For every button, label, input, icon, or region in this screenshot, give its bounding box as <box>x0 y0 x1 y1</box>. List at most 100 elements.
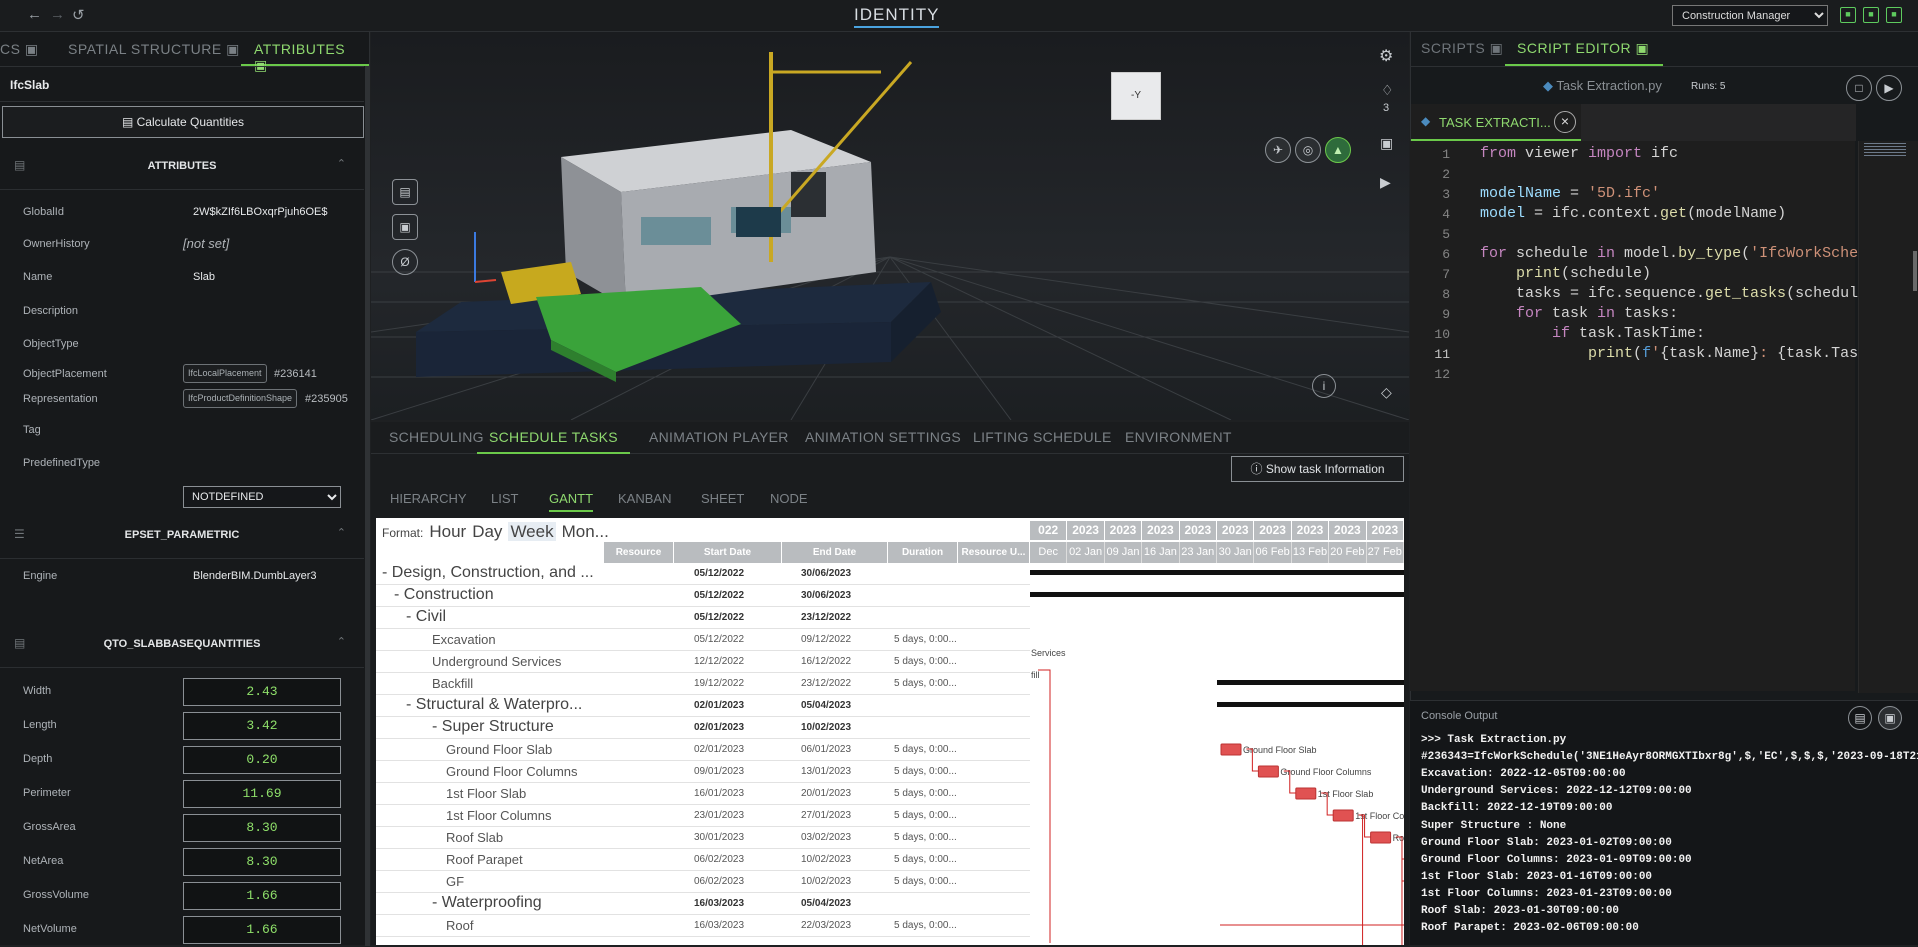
tab-scheduling[interactable]: SCHEDULING <box>389 429 484 445</box>
tab-spatial-structure[interactable]: SPATIAL STRUCTURE ▣ <box>68 32 240 66</box>
hide-tool-icon[interactable]: Ø <box>392 249 418 275</box>
tab-script-editor[interactable]: SCRIPT EDITOR ▣ <box>1505 40 1664 66</box>
view-hierarchy[interactable]: HIERARCHY <box>390 491 467 506</box>
bell-icon[interactable]: ♢ <box>1381 82 1394 99</box>
view-gantt[interactable]: GANTT <box>549 491 594 512</box>
measure-tool-icon[interactable]: ▤ <box>392 179 418 205</box>
code-line[interactable]: print(schedule) <box>1480 265 1651 282</box>
code-line[interactable]: for task in tasks: <box>1480 305 1678 322</box>
code-minimap[interactable] <box>1858 141 1918 693</box>
code-line[interactable]: from viewer import ifc <box>1480 145 1678 162</box>
fly-mode-icon[interactable]: ✈ <box>1265 137 1291 163</box>
gantt-chart[interactable]: Format: Hour Day Week Mon... Resource Start … <box>376 518 1404 945</box>
col-resource-usage[interactable]: Resource U... <box>958 542 1030 563</box>
layers-icon[interactable]: ◇ <box>1381 384 1392 401</box>
settings-icon[interactable]: ⚙ <box>1379 46 1393 66</box>
view-node[interactable]: NODE <box>770 491 808 506</box>
code-line[interactable]: for schedule in model.by_type('IfcWorkSc… <box>1480 245 1867 262</box>
save-script-icon[interactable]: □ <box>1846 75 1872 101</box>
editor-scrollbar[interactable] <box>1913 251 1917 291</box>
history-icon[interactable]: ↺ <box>72 6 85 24</box>
view-sheet[interactable]: SHEET <box>701 491 744 506</box>
code-line[interactable]: model = ifc.context.get(modelName) <box>1480 205 1786 222</box>
info-icon[interactable]: i <box>1312 374 1336 398</box>
show-task-info-button[interactable]: ⓘ Show task Information <box>1231 456 1404 482</box>
tab-cs[interactable]: CS ▣ <box>0 32 52 66</box>
dependency-line[interactable] <box>1038 669 1051 943</box>
format-day[interactable]: Day <box>472 522 502 541</box>
task-row[interactable]: Roof Parapet 06/02/2023 10/02/2023 5 days, … <box>376 849 1030 871</box>
attributes-section-header[interactable]: ▤ ATTRIBUTES ⌃ <box>0 144 364 190</box>
code-line[interactable]: modelName = '5D.ifc' <box>1480 185 1660 202</box>
task-row[interactable]: GF 06/02/2023 10/02/2023 5 days, 0:00... <box>376 871 1030 893</box>
task-row[interactable]: Backfill 19/12/2022 23/12/2022 5 days, 0:00… <box>376 673 1030 695</box>
col-end-date[interactable]: End Date <box>782 542 888 563</box>
qto-value-field[interactable]: 8.30 <box>183 814 341 842</box>
task-row[interactable]: - Construction 05/12/2022 30/06/2023 <box>376 585 1030 607</box>
format-week[interactable]: Week <box>508 522 556 541</box>
orbit-mode-icon[interactable]: ◎ <box>1295 137 1321 163</box>
task-row[interactable]: - Civil 05/12/2022 23/12/2022 <box>376 607 1030 629</box>
copy-console-icon[interactable]: ▣ <box>1878 706 1902 730</box>
close-tab-icon[interactable]: × <box>1554 111 1576 133</box>
summary-bar[interactable] <box>1030 592 1404 597</box>
predefined-type-select[interactable]: NOTDEFINED <box>183 486 341 508</box>
task-row[interactable]: Excavation 05/12/2022 09/12/2022 5 days, 0:… <box>376 629 1030 651</box>
attr-value[interactable]: Slab <box>193 271 215 283</box>
role-select[interactable]: Construction Manager <box>1672 5 1828 26</box>
qto-section-header[interactable]: ▤ QTO_SLABBASEQUANTITIES ⌃ <box>0 622 364 668</box>
left-scrollbar[interactable] <box>365 66 370 946</box>
view-list[interactable]: LIST <box>491 491 518 506</box>
task-row[interactable]: 1st Floor Slab 16/01/2023 20/01/2023 5 days… <box>376 783 1030 805</box>
walk-mode-icon[interactable]: ▲ <box>1325 137 1351 163</box>
view-kanban[interactable]: KANBAN <box>618 491 671 506</box>
tab-animation-settings[interactable]: ANIMATION SETTINGS <box>805 429 961 445</box>
play-icon[interactable]: ▶ <box>1380 174 1391 191</box>
qto-value-field[interactable]: 0.20 <box>183 746 341 774</box>
focus-tool-icon[interactable]: ▣ <box>392 214 418 240</box>
task-bar[interactable] <box>1220 743 1242 756</box>
task-row[interactable]: Underground Services 12/12/2022 16/12/2022… <box>376 651 1030 673</box>
tab-scripts[interactable]: SCRIPTS ▣ <box>1421 40 1503 57</box>
task-row[interactable]: Ground Floor Columns 09/01/2023 13/01/2023… <box>376 761 1030 783</box>
summary-bar[interactable] <box>1217 680 1404 685</box>
tab-animation-player[interactable]: ANIMATION PLAYER <box>649 429 789 445</box>
editor-tab[interactable]: ◆ TASK EXTRACTI... × <box>1411 104 1581 141</box>
task-row[interactable]: - Super Structure 02/01/2023 10/02/2023 <box>376 717 1030 739</box>
col-resource[interactable]: Resource <box>604 542 674 563</box>
format-month[interactable]: Mon... <box>562 522 609 541</box>
dependency-line[interactable] <box>1395 836 1403 945</box>
code-line[interactable]: tasks = ifc.sequence.get_tasks(schedule <box>1480 285 1867 302</box>
task-row[interactable]: Roof Slab 30/01/2023 03/02/2023 5 days, 0:0… <box>376 827 1030 849</box>
code-line[interactable]: if task.TaskTime: <box>1480 325 1705 342</box>
tab-attributes[interactable]: ATTRIBUTES ▣ <box>241 32 369 73</box>
forward-arrow-icon[interactable]: → <box>50 6 65 23</box>
navigation-cube[interactable]: -Y <box>1111 72 1161 120</box>
task-row[interactable]: Roof 16/03/2023 22/03/2023 5 days, 0:00... <box>376 915 1030 937</box>
qto-value-field[interactable]: 2.43 <box>183 678 341 706</box>
tab-schedule-tasks[interactable]: SCHEDULE TASKS <box>477 429 630 454</box>
summary-bar[interactable] <box>1217 702 1404 707</box>
code-editor[interactable]: 1 from viewer import ifc 2 3 modelName = '5D… <box>1410 141 1867 691</box>
task-row[interactable]: - Design, Construction, and ... 05/12/202… <box>376 563 1030 585</box>
task-bar[interactable] <box>1370 831 1392 844</box>
col-start-date[interactable]: Start Date <box>674 542 782 563</box>
task-row[interactable]: - Waterproofing 16/03/2023 05/04/2023 <box>376 893 1030 915</box>
qto-value-field[interactable]: 1.66 <box>183 882 341 910</box>
qto-value-field[interactable]: 3.42 <box>183 712 341 740</box>
layout-right-icon[interactable]: ■ <box>1886 7 1902 23</box>
run-script-icon[interactable]: ▶ <box>1876 75 1902 101</box>
qto-value-field[interactable]: 1.66 <box>183 916 341 944</box>
task-bar[interactable] <box>1332 809 1354 822</box>
layout-center-icon[interactable]: ■ <box>1863 7 1879 23</box>
col-duration[interactable]: Duration <box>888 542 958 563</box>
tab-environment[interactable]: ENVIRONMENT <box>1125 429 1232 445</box>
format-hour[interactable]: Hour <box>429 522 466 541</box>
camera-icon[interactable]: ▣ <box>1380 135 1393 152</box>
3d-viewer[interactable]: ▤ ▣ Ø -Y ✈ ◎ ▲ ⚙ ♢ 3 ▣ ▶ i ◇ <box>371 32 1409 420</box>
back-arrow-icon[interactable]: ← <box>27 6 42 23</box>
task-row[interactable]: - Structural & Waterpro... 02/01/2023 05/0… <box>376 695 1030 717</box>
task-row[interactable]: 1st Floor Columns 23/01/2023 27/01/2023 5 d… <box>376 805 1030 827</box>
task-bar[interactable] <box>1295 787 1317 800</box>
task-bar[interactable] <box>1257 765 1279 778</box>
